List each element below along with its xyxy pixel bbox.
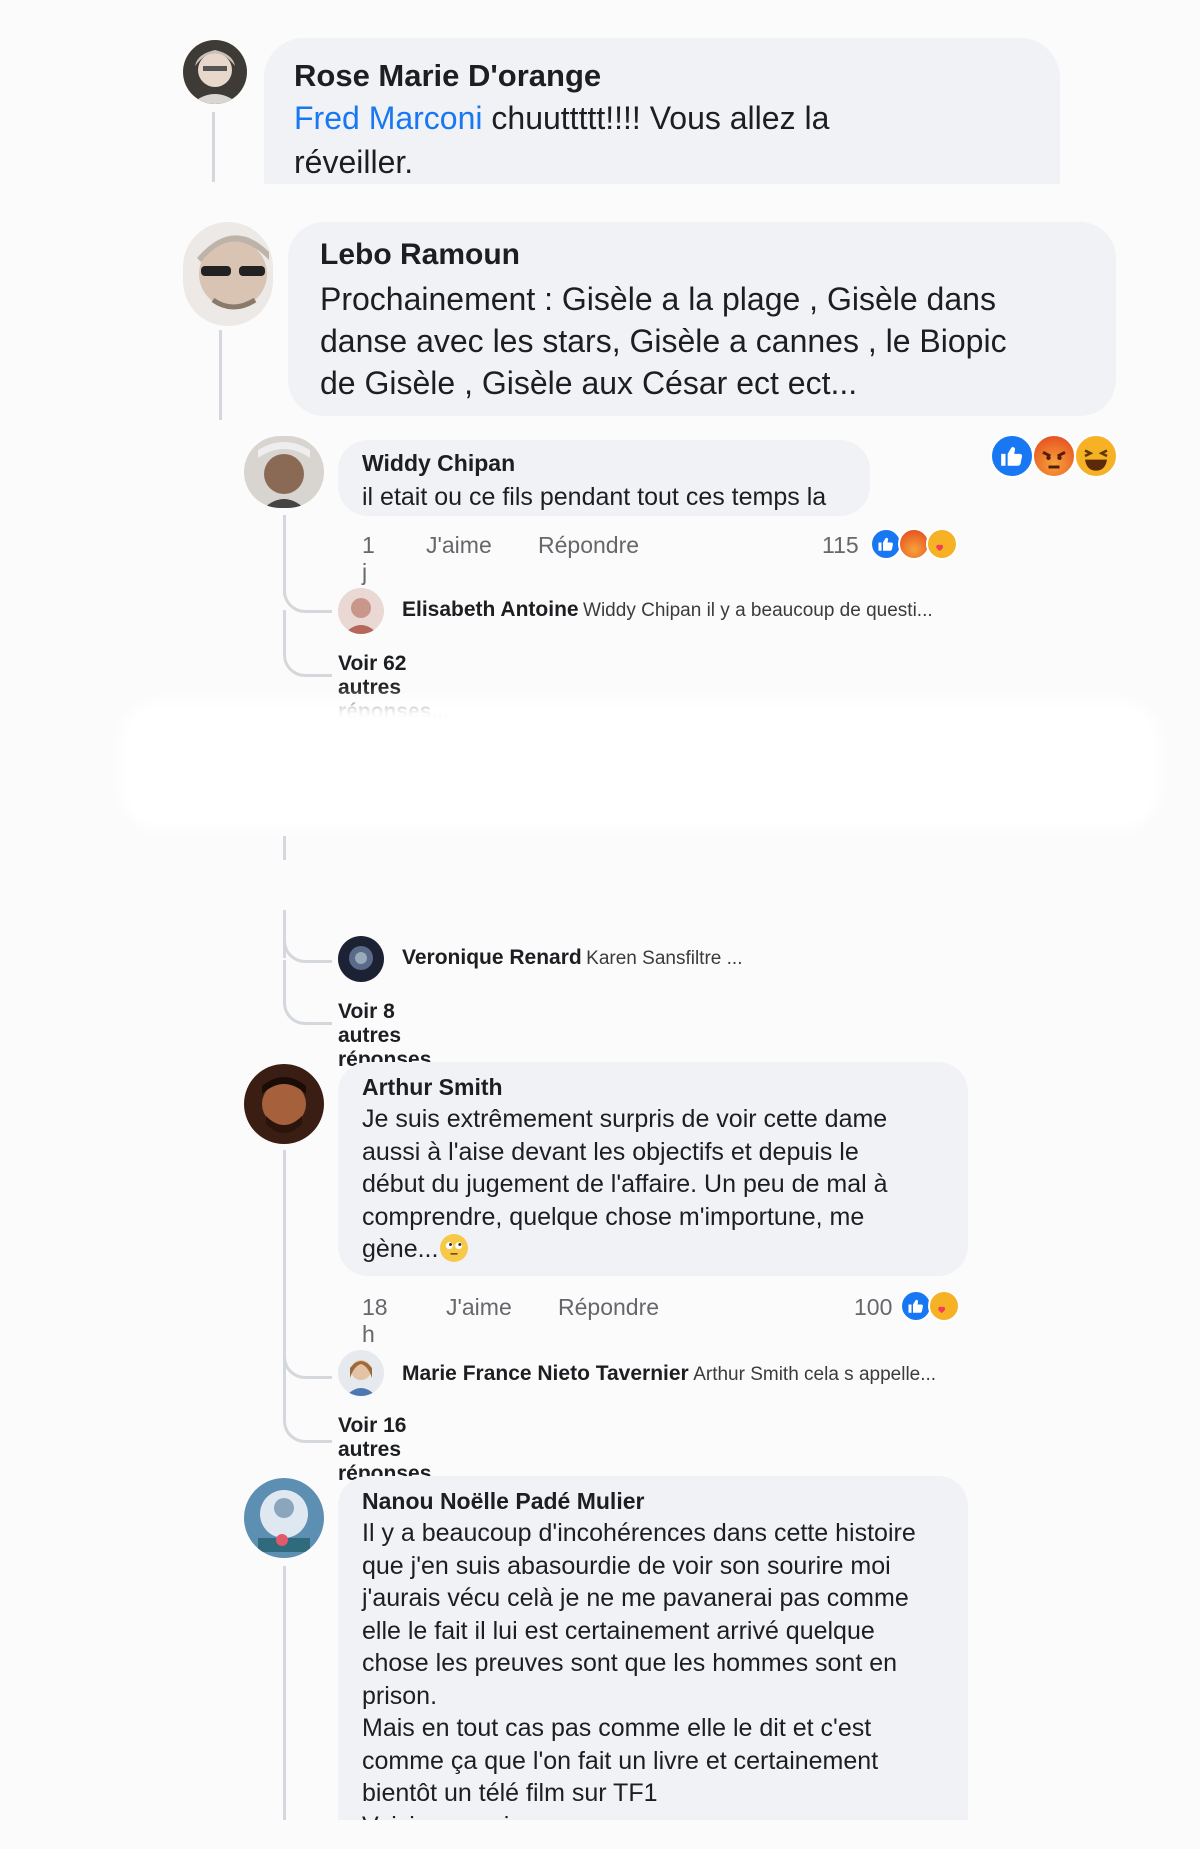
avatar[interactable] xyxy=(183,222,273,326)
comment-text: Il y a beaucoup d'incohérences dans cett… xyxy=(362,1519,916,1840)
reply-preview[interactable]: Veronique Renard Karen Sansfiltre ... xyxy=(402,946,742,970)
reply-author[interactable]: Elisabeth Antoine xyxy=(402,598,579,621)
comment-bubble: Nanou Noëlle Padé Mulier Il y a beaucoup… xyxy=(338,1476,968,1849)
comment-rose-marie: Rose Marie D'orange Fred Marconi chuuttt… xyxy=(0,0,1200,190)
thread-connector xyxy=(283,1336,332,1379)
haha-reaction-icon[interactable] xyxy=(1074,434,1118,478)
comment-time[interactable]: 1 j xyxy=(362,532,375,586)
reply-text: Arthur Smith cela s appelle... xyxy=(693,1364,937,1385)
reaction-picker[interactable] xyxy=(990,434,1120,480)
redacted-area xyxy=(120,700,1160,830)
reaction-count[interactable]: 115 xyxy=(822,532,859,559)
comment-bubble: Lebo Ramoun Prochainement : Gisèle a la … xyxy=(288,222,1116,416)
reaction-count[interactable]: 100 xyxy=(854,1294,892,1321)
comment-text: il etait ou ce fils pendant tout ces tem… xyxy=(362,483,827,511)
care-reaction-icon xyxy=(926,528,958,560)
comment-author[interactable]: Rose Marie D'orange xyxy=(294,58,1030,94)
thread-connector xyxy=(283,1376,332,1443)
thread-line xyxy=(219,330,222,420)
comment-bubble: Rose Marie D'orange Fred Marconi chuuttt… xyxy=(264,38,1060,184)
emoji-icon xyxy=(440,1234,469,1262)
avatar[interactable] xyxy=(338,936,384,982)
avatar[interactable] xyxy=(338,588,384,634)
reaction-summary[interactable] xyxy=(870,528,970,562)
mention-link[interactable]: Fred Marconi xyxy=(294,100,483,136)
angry-reaction-icon[interactable] xyxy=(1032,434,1076,478)
comment-text: Fred Marconi chuuttttt!!!! Vous allez la… xyxy=(294,100,830,180)
comment-text: Prochainement : Gisèle a la plage , Gisè… xyxy=(320,281,1007,401)
thread-connector xyxy=(283,570,332,613)
thread-connector xyxy=(283,960,332,1025)
reaction-summary[interactable] xyxy=(900,1290,970,1324)
comment-author[interactable]: Widdy Chipan xyxy=(362,450,846,477)
thread-connector xyxy=(283,610,332,677)
thread-line xyxy=(212,112,215,182)
avatar[interactable] xyxy=(244,1478,324,1558)
comment-text: Je suis extrêmement surpris de voir cett… xyxy=(362,1105,888,1263)
reply-author[interactable]: Marie France Nieto Tavernier xyxy=(402,1362,689,1385)
reply-button[interactable]: Répondre xyxy=(538,532,639,559)
comment-bubble: Arthur Smith Je suis extrêmement surpris… xyxy=(338,1062,968,1276)
avatar[interactable] xyxy=(244,1064,324,1144)
reply-preview[interactable]: Elisabeth Antoine Widdy Chipan il y a be… xyxy=(402,598,933,622)
comment-author[interactable]: Lebo Ramoun xyxy=(320,238,1084,272)
comment-author[interactable]: Nanou Noëlle Padé Mulier xyxy=(362,1488,944,1515)
thread-line xyxy=(283,836,286,860)
reply-text: Karen Sansfiltre ... xyxy=(586,948,743,969)
comment-bubble: Widdy Chipan il etait ou ce fils pendant… xyxy=(338,440,870,516)
like-button[interactable]: J'aime xyxy=(426,532,492,559)
reply-author[interactable]: Veronique Renard xyxy=(402,946,582,969)
thread-connector xyxy=(283,920,332,963)
bottom-edge xyxy=(0,1820,1200,1849)
like-button[interactable]: J'aime xyxy=(446,1294,512,1321)
avatar[interactable] xyxy=(244,436,324,508)
comment-time[interactable]: 18 h xyxy=(362,1294,388,1348)
reply-text: Widdy Chipan il y a beaucoup de questi..… xyxy=(583,600,933,621)
like-reaction-icon[interactable] xyxy=(990,434,1034,478)
comment-author[interactable]: Arthur Smith xyxy=(362,1074,944,1101)
avatar[interactable] xyxy=(338,1350,384,1396)
reply-preview[interactable]: Marie France Nieto Tavernier Arthur Smit… xyxy=(402,1362,936,1386)
thread-line xyxy=(283,1566,286,1849)
care-reaction-icon xyxy=(928,1290,960,1322)
reply-button[interactable]: Répondre xyxy=(558,1294,659,1321)
avatar[interactable] xyxy=(183,40,247,104)
